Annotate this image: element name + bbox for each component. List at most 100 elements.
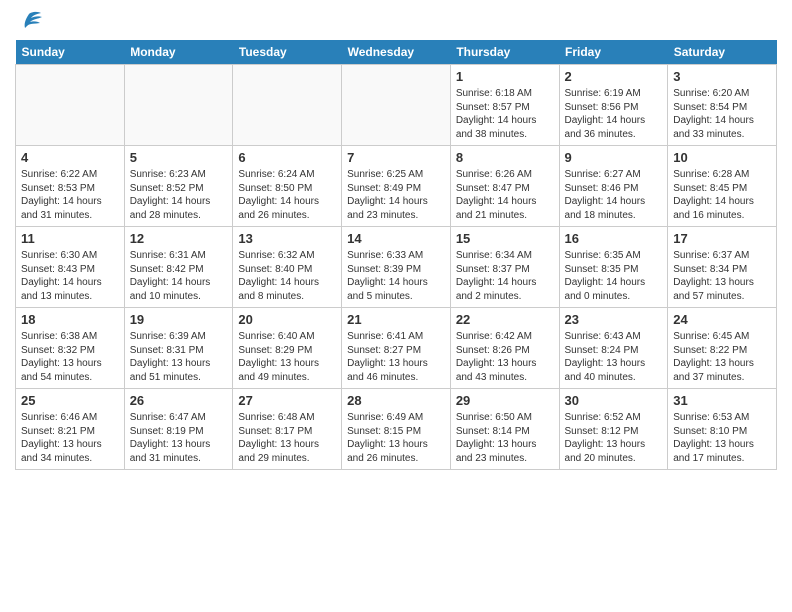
- cell-info: Sunrise: 6:37 AM Sunset: 8:34 PM Dayligh…: [673, 249, 771, 303]
- day-number: 11: [21, 231, 119, 246]
- day-number: 15: [456, 231, 554, 246]
- calendar-cell: 9Sunrise: 6:27 AM Sunset: 8:46 PM Daylig…: [559, 146, 668, 227]
- cell-info: Sunrise: 6:24 AM Sunset: 8:50 PM Dayligh…: [238, 168, 336, 222]
- day-number: 21: [347, 312, 445, 327]
- header-sunday: Sunday: [16, 40, 125, 65]
- cell-info: Sunrise: 6:27 AM Sunset: 8:46 PM Dayligh…: [565, 168, 663, 222]
- calendar-cell: [233, 65, 342, 146]
- calendar-cell: 26 Sunrise: 6:47 AM Sunset: 8:19 PM Dayli…: [124, 389, 233, 470]
- calendar-cell: 24 Sunrise: 6:45 AM Sunset: 8:22 PM Dayli…: [668, 308, 777, 389]
- calendar-cell: 22 Sunrise: 6:42 AM Sunset: 8:26 PM Dayli…: [450, 308, 559, 389]
- day-number: 19: [130, 312, 228, 327]
- day-number: 25: [21, 393, 119, 408]
- calendar-cell: 12 Sunrise: 6:31 AM Sunset: 8:42 PM Dayli…: [124, 227, 233, 308]
- cell-info: Sunrise: 6:18 AM Sunset: 8:57 PM Dayligh…: [456, 87, 554, 141]
- calendar-cell: 28 Sunrise: 6:49 AM Sunset: 8:15 PM Dayli…: [342, 389, 451, 470]
- cell-info: Sunrise: 6:22 AM Sunset: 8:53 PM Dayligh…: [21, 168, 119, 222]
- day-number: 20: [238, 312, 336, 327]
- cell-info: Sunrise: 6:28 AM Sunset: 8:45 PM Dayligh…: [673, 168, 771, 222]
- header-row: SundayMondayTuesdayWednesdayThursdayFrid…: [16, 40, 777, 65]
- cell-info: Sunrise: 6:26 AM Sunset: 8:47 PM Dayligh…: [456, 168, 554, 222]
- calendar-cell: 18Sunrise: 6:38 AM Sunset: 8:32 PM Dayli…: [16, 308, 125, 389]
- calendar-cell: 16Sunrise: 6:35 AM Sunset: 8:35 PM Dayli…: [559, 227, 668, 308]
- calendar-cell: 31Sunrise: 6:53 AM Sunset: 8:10 PM Dayli…: [668, 389, 777, 470]
- calendar-cell: 11 Sunrise: 6:30 AM Sunset: 8:43 PM Dayli…: [16, 227, 125, 308]
- day-number: 10: [673, 150, 771, 165]
- calendar-cell: 20Sunrise: 6:40 AM Sunset: 8:29 PM Dayli…: [233, 308, 342, 389]
- cell-info: Sunrise: 6:23 AM Sunset: 8:52 PM Dayligh…: [130, 168, 228, 222]
- header-monday: Monday: [124, 40, 233, 65]
- header-wednesday: Wednesday: [342, 40, 451, 65]
- day-number: 23: [565, 312, 663, 327]
- calendar-cell: [124, 65, 233, 146]
- day-number: 12: [130, 231, 228, 246]
- day-number: 6: [238, 150, 336, 165]
- header-thursday: Thursday: [450, 40, 559, 65]
- cell-info: Sunrise: 6:39 AM Sunset: 8:31 PM Dayligh…: [130, 330, 228, 384]
- calendar-cell: 19 Sunrise: 6:39 AM Sunset: 8:31 PM Dayli…: [124, 308, 233, 389]
- calendar-cell: 21 Sunrise: 6:41 AM Sunset: 8:27 PM Dayli…: [342, 308, 451, 389]
- cell-info: Sunrise: 6:19 AM Sunset: 8:56 PM Dayligh…: [565, 87, 663, 141]
- cell-info: Sunrise: 6:34 AM Sunset: 8:37 PM Dayligh…: [456, 249, 554, 303]
- week-row-1: 1 Sunrise: 6:18 AM Sunset: 8:57 PM Daylig…: [16, 65, 777, 146]
- cell-info: Sunrise: 6:42 AM Sunset: 8:26 PM Dayligh…: [456, 330, 554, 384]
- header-tuesday: Tuesday: [233, 40, 342, 65]
- cell-info: Sunrise: 6:49 AM Sunset: 8:15 PM Dayligh…: [347, 411, 445, 465]
- cell-info: Sunrise: 6:25 AM Sunset: 8:49 PM Dayligh…: [347, 168, 445, 222]
- day-number: 17: [673, 231, 771, 246]
- cell-info: Sunrise: 6:50 AM Sunset: 8:14 PM Dayligh…: [456, 411, 554, 465]
- calendar-cell: 30 Sunrise: 6:52 AM Sunset: 8:12 PM Dayli…: [559, 389, 668, 470]
- calendar-cell: 23 Sunrise: 6:43 AM Sunset: 8:24 PM Dayli…: [559, 308, 668, 389]
- cell-info: Sunrise: 6:47 AM Sunset: 8:19 PM Dayligh…: [130, 411, 228, 465]
- calendar-cell: 13Sunrise: 6:32 AM Sunset: 8:40 PM Dayli…: [233, 227, 342, 308]
- day-number: 27: [238, 393, 336, 408]
- week-row-2: 4 Sunrise: 6:22 AM Sunset: 8:53 PM Daylig…: [16, 146, 777, 227]
- calendar-cell: 14 Sunrise: 6:33 AM Sunset: 8:39 PM Dayli…: [342, 227, 451, 308]
- day-number: 1: [456, 69, 554, 84]
- week-row-3: 11 Sunrise: 6:30 AM Sunset: 8:43 PM Dayli…: [16, 227, 777, 308]
- cell-info: Sunrise: 6:31 AM Sunset: 8:42 PM Dayligh…: [130, 249, 228, 303]
- day-number: 2: [565, 69, 663, 84]
- day-number: 14: [347, 231, 445, 246]
- cell-info: Sunrise: 6:33 AM Sunset: 8:39 PM Dayligh…: [347, 249, 445, 303]
- page-header: [15, 10, 777, 32]
- calendar-cell: 17 Sunrise: 6:37 AM Sunset: 8:34 PM Dayli…: [668, 227, 777, 308]
- day-number: 28: [347, 393, 445, 408]
- day-number: 7: [347, 150, 445, 165]
- calendar-cell: 7 Sunrise: 6:25 AM Sunset: 8:49 PM Daylig…: [342, 146, 451, 227]
- day-number: 26: [130, 393, 228, 408]
- calendar-cell: 25Sunrise: 6:46 AM Sunset: 8:21 PM Dayli…: [16, 389, 125, 470]
- day-number: 24: [673, 312, 771, 327]
- week-row-4: 18Sunrise: 6:38 AM Sunset: 8:32 PM Dayli…: [16, 308, 777, 389]
- cell-info: Sunrise: 6:48 AM Sunset: 8:17 PM Dayligh…: [238, 411, 336, 465]
- day-number: 29: [456, 393, 554, 408]
- cell-info: Sunrise: 6:52 AM Sunset: 8:12 PM Dayligh…: [565, 411, 663, 465]
- calendar-cell: 29 Sunrise: 6:50 AM Sunset: 8:14 PM Dayli…: [450, 389, 559, 470]
- calendar-cell: 2 Sunrise: 6:19 AM Sunset: 8:56 PM Daylig…: [559, 65, 668, 146]
- day-number: 30: [565, 393, 663, 408]
- calendar-cell: 5 Sunrise: 6:23 AM Sunset: 8:52 PM Daylig…: [124, 146, 233, 227]
- calendar-cell: [342, 65, 451, 146]
- calendar-cell: 1 Sunrise: 6:18 AM Sunset: 8:57 PM Daylig…: [450, 65, 559, 146]
- cell-info: Sunrise: 6:45 AM Sunset: 8:22 PM Dayligh…: [673, 330, 771, 384]
- cell-info: Sunrise: 6:30 AM Sunset: 8:43 PM Dayligh…: [21, 249, 119, 303]
- cell-info: Sunrise: 6:41 AM Sunset: 8:27 PM Dayligh…: [347, 330, 445, 384]
- calendar-cell: 4 Sunrise: 6:22 AM Sunset: 8:53 PM Daylig…: [16, 146, 125, 227]
- day-number: 31: [673, 393, 771, 408]
- header-friday: Friday: [559, 40, 668, 65]
- cell-info: Sunrise: 6:32 AM Sunset: 8:40 PM Dayligh…: [238, 249, 336, 303]
- day-number: 5: [130, 150, 228, 165]
- calendar-table: SundayMondayTuesdayWednesdayThursdayFrid…: [15, 40, 777, 470]
- calendar-cell: 8Sunrise: 6:26 AM Sunset: 8:47 PM Daylig…: [450, 146, 559, 227]
- calendar-cell: 6 Sunrise: 6:24 AM Sunset: 8:50 PM Daylig…: [233, 146, 342, 227]
- week-row-5: 25Sunrise: 6:46 AM Sunset: 8:21 PM Dayli…: [16, 389, 777, 470]
- day-number: 18: [21, 312, 119, 327]
- logo-icon: [15, 10, 43, 32]
- cell-info: Sunrise: 6:35 AM Sunset: 8:35 PM Dayligh…: [565, 249, 663, 303]
- day-number: 22: [456, 312, 554, 327]
- calendar-cell: 27 Sunrise: 6:48 AM Sunset: 8:17 PM Dayli…: [233, 389, 342, 470]
- calendar-cell: 3Sunrise: 6:20 AM Sunset: 8:54 PM Daylig…: [668, 65, 777, 146]
- cell-info: Sunrise: 6:43 AM Sunset: 8:24 PM Dayligh…: [565, 330, 663, 384]
- day-number: 4: [21, 150, 119, 165]
- calendar-cell: 10 Sunrise: 6:28 AM Sunset: 8:45 PM Dayli…: [668, 146, 777, 227]
